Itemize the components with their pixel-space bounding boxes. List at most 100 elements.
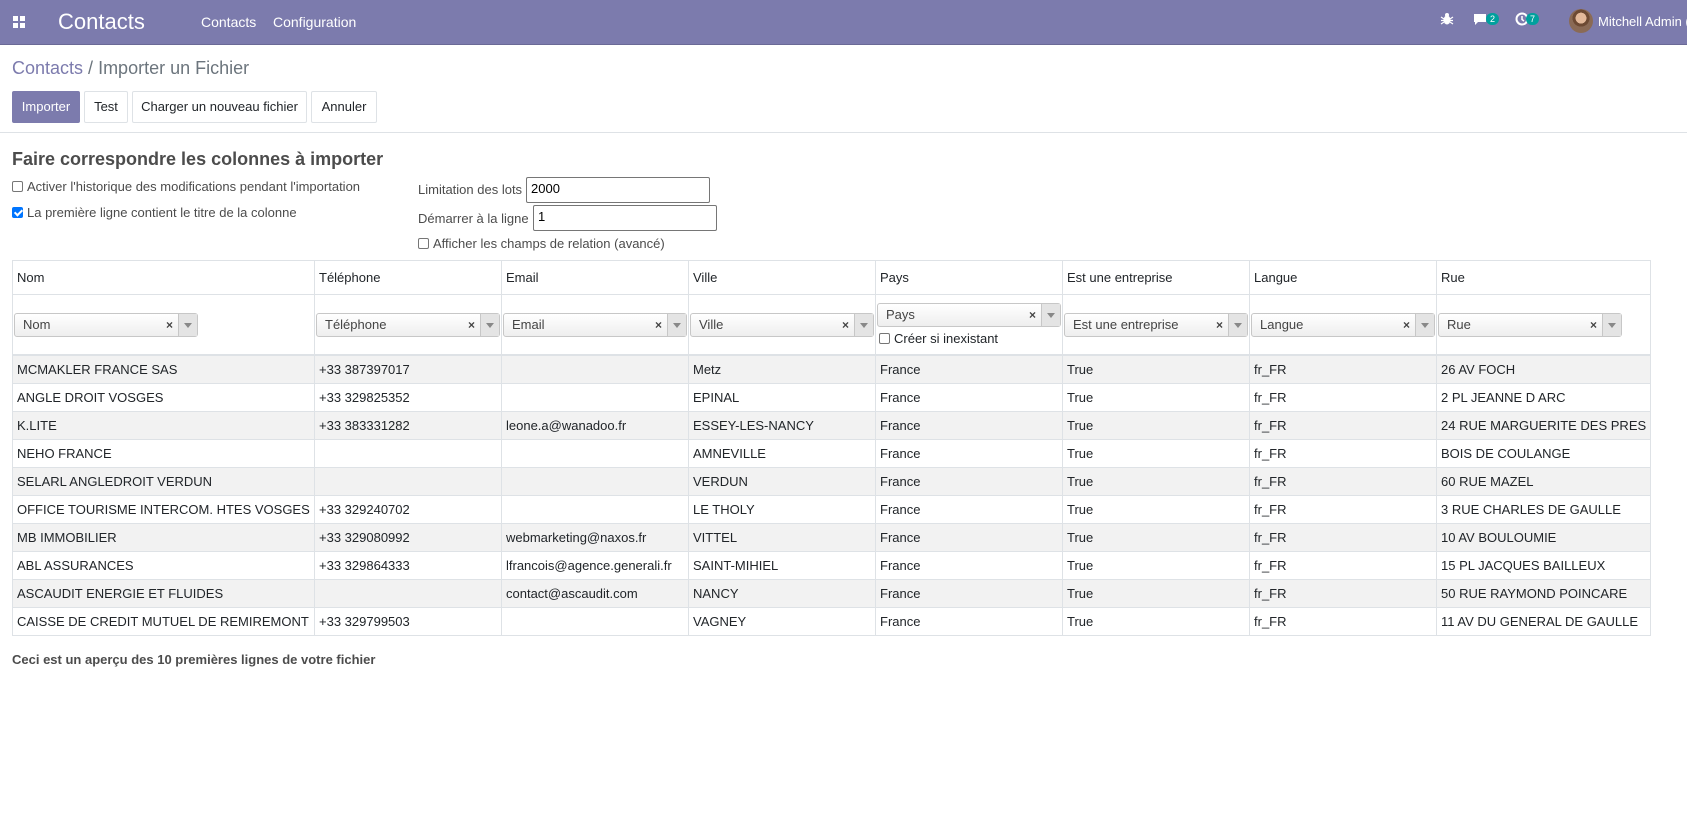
table-cell: 60 RUE MAZEL [1435,467,1652,496]
menu-contacts[interactable]: Contacts [201,14,256,30]
advanced-fields-checkbox[interactable] [418,238,429,249]
user-avatar[interactable] [1569,9,1593,33]
table-cell: BOIS DE COULANGE [1435,439,1652,468]
clear-icon[interactable]: × [655,314,662,336]
create-if-missing-label: Créer si inexistant [894,331,999,346]
debug-bug-icon[interactable] [1440,12,1454,29]
column-header: Pays [875,260,1063,295]
breadcrumb-contacts-link[interactable]: Contacts [12,58,83,78]
activities-count-badge: 7 [1526,13,1540,25]
apps-menu-icon[interactable] [13,16,25,28]
dropdown-arrow-icon[interactable] [667,313,686,336]
table-cell: France [875,439,1063,468]
clear-icon[interactable]: × [842,314,849,336]
dropdown-arrow-icon[interactable] [480,313,499,336]
test-button[interactable]: Test [84,91,128,123]
column-header: Email [501,260,689,295]
table-cell: fr_FR [1249,383,1437,412]
table-cell: True [1062,411,1250,440]
preview-footnote: Ceci est un aperçu des 10 premières lign… [12,652,376,667]
dropdown-arrow-icon[interactable] [1041,304,1060,326]
user-name[interactable]: Mitchell Admin ( [1598,14,1687,29]
table-cell: 24 RUE MARGUERITE DES PRES [1435,411,1652,440]
table-row: CAISSE DE CREDIT MUTUEL DE REMIREMONT +33… [12,607,1652,636]
table-cell: France [875,607,1063,636]
clear-icon[interactable]: × [1590,314,1597,336]
dropdown-arrow-icon[interactable] [178,313,197,336]
field-select-nom[interactable]: Nom × [14,312,198,337]
field-select-langue[interactable]: Langue × [1251,312,1435,337]
table-cell: NANCY [688,579,876,608]
field-select-ville[interactable]: Ville × [690,312,874,337]
column-header: Est une entreprise [1062,260,1250,295]
table-cell [314,467,502,496]
table-cell: fr_FR [1249,607,1437,636]
has-header-option: La première ligne contient le titre de l… [12,205,297,220]
clear-icon[interactable]: × [1029,304,1036,326]
dropdown-arrow-icon[interactable] [854,313,873,336]
clear-icon[interactable]: × [166,314,173,336]
clear-icon[interactable]: × [1216,314,1223,336]
track-history-option: Activer l'historique des modifications p… [12,179,360,194]
table-cell: True [1062,607,1250,636]
menu-configuration[interactable]: Configuration [273,14,356,30]
table-cell: +33 329799503 [314,607,502,636]
start-line-input[interactable]: 1 [533,205,717,231]
dropdown-arrow-icon[interactable] [1602,313,1621,336]
table-cell: lfrancois@agence.generali.fr [501,551,689,580]
table-cell: VERDUN [688,467,876,496]
create-if-missing-checkbox[interactable] [879,333,890,344]
table-cell: 2 PL JEANNE D ARC [1435,383,1652,412]
column-header: Ville [688,260,876,295]
table-cell: fr_FR [1249,411,1437,440]
table-cell: ESSEY-LES-NANCY [688,411,876,440]
breadcrumb-current: Importer un Fichier [98,58,250,78]
dropdown-arrow-icon[interactable] [1228,313,1247,336]
table-cell: SELARL ANGLEDROIT VERDUN [12,467,315,496]
table-cell: fr_FR [1249,439,1437,468]
field-select-est-une-entreprise[interactable]: Est une entreprise × [1064,312,1248,337]
table-cell: webmarketing@naxos.fr [501,523,689,552]
load-new-file-button[interactable]: Charger un nouveau fichier [132,91,307,123]
field-select-telephone[interactable]: Téléphone × [316,312,500,337]
table-cell [501,467,689,496]
table-cell: OFFICE TOURISME INTERCOM. HTES VOSGES [12,495,315,524]
table-row: ANGLE DROIT VOSGES +33 329825352 EPINAL Fra… [12,383,1652,412]
table-cell: +33 383331282 [314,411,502,440]
track-history-checkbox[interactable] [12,181,23,192]
cancel-button[interactable]: Annuler [311,91,377,123]
column-header: Téléphone [314,260,502,295]
table-row: OFFICE TOURISME INTERCOM. HTES VOSGES +33… [12,495,1652,524]
table-cell: France [875,354,1063,384]
import-button[interactable]: Importer [12,91,80,123]
table-cell: True [1062,354,1250,384]
clear-icon[interactable]: × [468,314,475,336]
advanced-fields-option: Afficher les champs de relation (avancé) [418,236,665,251]
field-select-email[interactable]: Email × [503,312,687,337]
field-select-rue[interactable]: Rue × [1438,312,1622,337]
table-cell [501,439,689,468]
table-row: NEHO FRANCE AMNEVILLE France True fr_FR BOIS … [12,439,1652,468]
start-line-label: Démarrer à la ligne [418,211,529,226]
table-cell: France [875,495,1063,524]
table-cell: +33 329864333 [314,551,502,580]
table-cell: France [875,551,1063,580]
field-select-pays[interactable]: Pays × [877,303,1061,327]
breadcrumb: Contacts / Importer un Fichier [12,58,250,78]
table-cell [501,495,689,524]
table-cell: France [875,523,1063,552]
table-cell: AMNEVILLE [688,439,876,468]
table-cell: LE THOLY [688,495,876,524]
clear-icon[interactable]: × [1403,314,1410,336]
table-cell: +33 329240702 [314,495,502,524]
app-title: Contacts [58,9,145,34]
dropdown-arrow-icon[interactable] [1415,313,1434,336]
table-cell: Metz [688,354,876,384]
table-cell: MB IMMOBILIER [12,523,315,552]
batch-limit-input[interactable]: 2000 [526,177,710,203]
table-cell: +33 329825352 [314,383,502,412]
table-cell: fr_FR [1249,523,1437,552]
has-header-checkbox[interactable] [12,207,23,218]
table-cell: 15 PL JACQUES BAILLEUX [1435,551,1652,580]
batch-limit-label: Limitation des lots [418,182,523,197]
